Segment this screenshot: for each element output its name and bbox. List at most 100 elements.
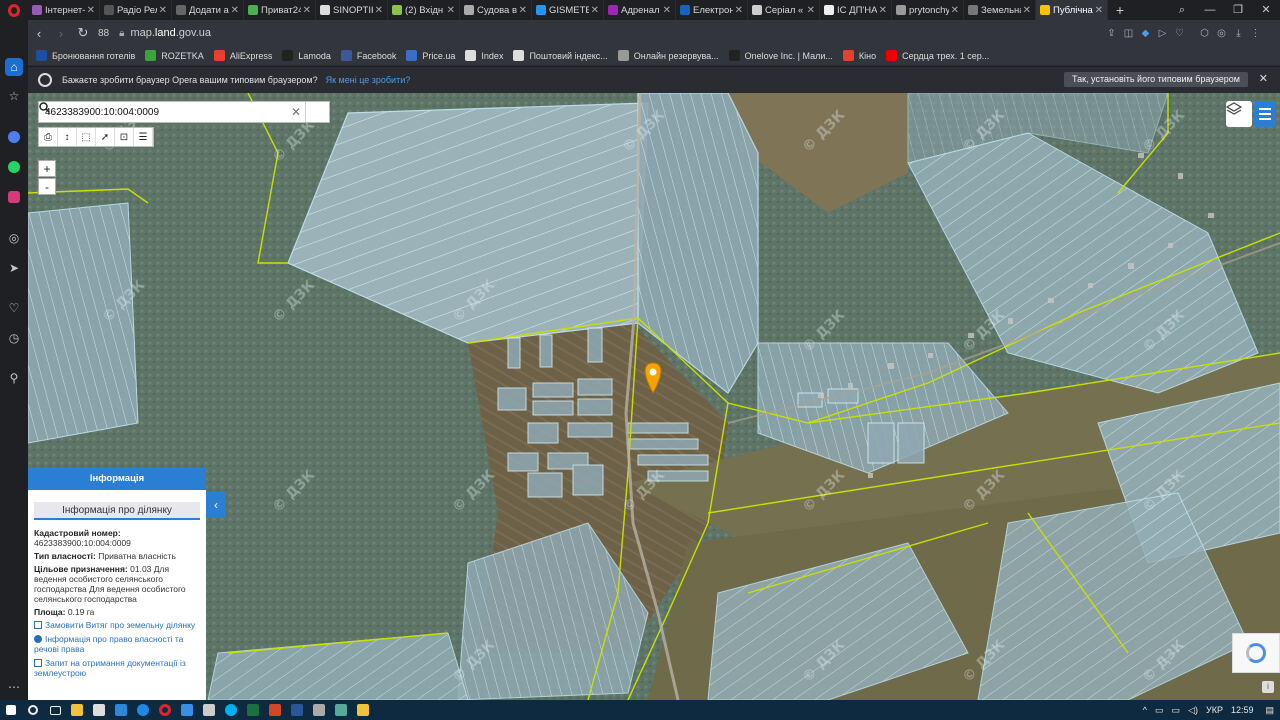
- browser-tab[interactable]: Інтернет- ✕: [28, 0, 100, 20]
- browser-tab[interactable]: Додати ac✕: [172, 0, 244, 20]
- store-icon[interactable]: [88, 700, 110, 720]
- cube-icon[interactable]: ⬡: [1196, 28, 1213, 39]
- bookmark-item[interactable]: Кіно: [842, 50, 876, 61]
- whatsapp-icon[interactable]: [5, 158, 23, 176]
- volume-icon[interactable]: ◁): [1188, 705, 1198, 716]
- network-app-icon[interactable]: [330, 700, 352, 720]
- notes-icon[interactable]: [198, 700, 220, 720]
- collapse-panel-button[interactable]: ‹: [206, 492, 226, 518]
- browser-tab[interactable]: prytonchy ✕: [892, 0, 964, 20]
- identify-icon[interactable]: ⊡: [115, 128, 134, 146]
- hamburger-menu-button[interactable]: [1254, 101, 1276, 127]
- file-explorer-icon[interactable]: [66, 700, 88, 720]
- pointer-icon[interactable]: ➚: [96, 128, 115, 146]
- excel-icon[interactable]: [242, 700, 264, 720]
- bookmark-item[interactable]: Onelove Inc. | Мали...: [728, 50, 833, 61]
- bookmark-item[interactable]: Lamoda: [282, 50, 331, 61]
- browser-tab[interactable]: Публічна ✕: [1036, 0, 1108, 20]
- bookmark-item[interactable]: Поштовий індекс...: [513, 50, 608, 61]
- speed-dial-counter[interactable]: 88: [98, 28, 109, 39]
- set-default-button[interactable]: Так, установіть його типовим браузером: [1064, 72, 1248, 87]
- ownership-info-link[interactable]: Інформація про право власності та речові…: [34, 634, 200, 654]
- reload-button[interactable]: ↻: [72, 25, 94, 41]
- bookmark-item[interactable]: Онлайн резервува...: [617, 50, 719, 61]
- vpn-icon[interactable]: ◎: [1213, 28, 1230, 39]
- tray-chevron-icon[interactable]: ^: [1143, 705, 1147, 715]
- browser-tab[interactable]: Серіал «✕: [748, 0, 820, 20]
- browser-tab[interactable]: Судова вл✕: [460, 0, 532, 20]
- documentation-request-link[interactable]: Запит на отримання документації із земле…: [34, 658, 200, 678]
- skype-icon[interactable]: [220, 700, 242, 720]
- opera-taskbar-icon[interactable]: [154, 700, 176, 720]
- search-button[interactable]: [39, 102, 329, 122]
- network-icon[interactable]: ▭: [1172, 705, 1181, 716]
- bookmark-item[interactable]: Index: [465, 50, 503, 61]
- how-to-link[interactable]: Як мені це зробити?: [326, 75, 411, 85]
- measure-area-icon[interactable]: ⬚: [77, 128, 96, 146]
- new-tab-button[interactable]: +: [1108, 0, 1132, 20]
- map-canvas[interactable]: © ДЗК © ДЗК © ДЗК © ДЗК © ДЗК © ДЗК © ДЗ…: [28, 93, 1280, 700]
- forward-button[interactable]: ›: [50, 26, 72, 41]
- share-icon[interactable]: ⇪: [1103, 28, 1120, 39]
- print-icon[interactable]: ⎙: [39, 128, 58, 146]
- browser-tab[interactable]: Радіо Рел ✕: [100, 0, 172, 20]
- shield-icon[interactable]: ◆: [1137, 28, 1154, 39]
- browser-tab[interactable]: SINOPTIK✕: [316, 0, 388, 20]
- close-tab-icon[interactable]: ✕: [591, 5, 599, 16]
- close-tab-icon[interactable]: ✕: [159, 5, 167, 16]
- browser-tab[interactable]: ІС ДП'НА ✕: [820, 0, 892, 20]
- bookmark-heart-icon[interactable]: ♡: [1171, 28, 1188, 39]
- browser-tab[interactable]: Приват24 ✕: [244, 0, 316, 20]
- close-tab-icon[interactable]: ✕: [87, 5, 95, 16]
- bookmark-item[interactable]: Price.ua: [406, 50, 455, 61]
- player-icon[interactable]: ◎: [5, 229, 23, 247]
- history-icon[interactable]: ◷: [5, 329, 23, 347]
- recaptcha-badge[interactable]: [1232, 633, 1280, 673]
- bookmark-item[interactable]: Бронювання готелів: [36, 50, 135, 61]
- settings-icon[interactable]: ☰: [134, 128, 153, 146]
- map-info-icon[interactable]: i: [1262, 681, 1274, 693]
- close-window-button[interactable]: ✕: [1252, 0, 1280, 20]
- speed-dial-icon[interactable]: ☆: [5, 87, 23, 105]
- instagram-icon[interactable]: [5, 188, 23, 206]
- windows-start-icon[interactable]: [0, 700, 22, 720]
- cadastral-map[interactable]: © ДЗК © ДЗК © ДЗК © ДЗК © ДЗК © ДЗК © ДЗ…: [28, 93, 1280, 700]
- zoom-in-button[interactable]: +: [38, 160, 56, 177]
- opera-menu-icon[interactable]: [0, 0, 28, 20]
- printer-icon[interactable]: [308, 700, 330, 720]
- folder-icon[interactable]: [352, 700, 374, 720]
- close-tab-icon[interactable]: ✕: [663, 5, 671, 16]
- app-icon[interactable]: [176, 700, 198, 720]
- close-tab-icon[interactable]: ✕: [303, 5, 311, 16]
- close-tab-icon[interactable]: ✕: [879, 5, 887, 16]
- download-icon[interactable]: ⤓: [1230, 28, 1247, 39]
- browser-tab[interactable]: Земельна ✕: [964, 0, 1036, 20]
- camera-icon[interactable]: ◫: [1120, 28, 1137, 39]
- search-icon[interactable]: [22, 700, 44, 720]
- order-extract-link[interactable]: Замовити Витяг про земельну ділянку: [34, 620, 200, 630]
- mail-icon[interactable]: [110, 700, 132, 720]
- clear-search-icon[interactable]: ✕: [287, 105, 305, 119]
- layers-button[interactable]: [1226, 101, 1252, 127]
- play-icon[interactable]: ▷: [1154, 28, 1171, 39]
- bookmark-item[interactable]: Сердца трех. 1 сер...: [886, 50, 989, 61]
- clock[interactable]: 12:59: [1231, 705, 1254, 715]
- messenger-icon[interactable]: [5, 128, 23, 146]
- close-tab-icon[interactable]: ✕: [1095, 5, 1103, 16]
- lock-icon[interactable]: 🔒︎: [119, 28, 124, 39]
- close-tab-icon[interactable]: ✕: [807, 5, 815, 16]
- menu-dots-icon[interactable]: ⋮: [1247, 28, 1264, 39]
- word-icon[interactable]: [286, 700, 308, 720]
- more-icon[interactable]: ⋯: [5, 678, 23, 696]
- language-indicator[interactable]: УКР: [1206, 705, 1223, 715]
- bookmark-item[interactable]: ROZETKA: [145, 50, 204, 61]
- tray-app-icon[interactable]: ▭: [1155, 705, 1164, 716]
- search-input[interactable]: [39, 102, 287, 122]
- browser-tab[interactable]: (2) Вхідн ✕: [388, 0, 460, 20]
- extensions-icon[interactable]: ⚲: [5, 369, 23, 387]
- maximize-button[interactable]: ❐: [1224, 0, 1252, 20]
- close-tab-icon[interactable]: ✕: [231, 5, 239, 16]
- close-tab-icon[interactable]: ✕: [1023, 5, 1031, 16]
- close-tab-icon[interactable]: ✕: [519, 5, 527, 16]
- minimize-button[interactable]: —: [1196, 0, 1224, 20]
